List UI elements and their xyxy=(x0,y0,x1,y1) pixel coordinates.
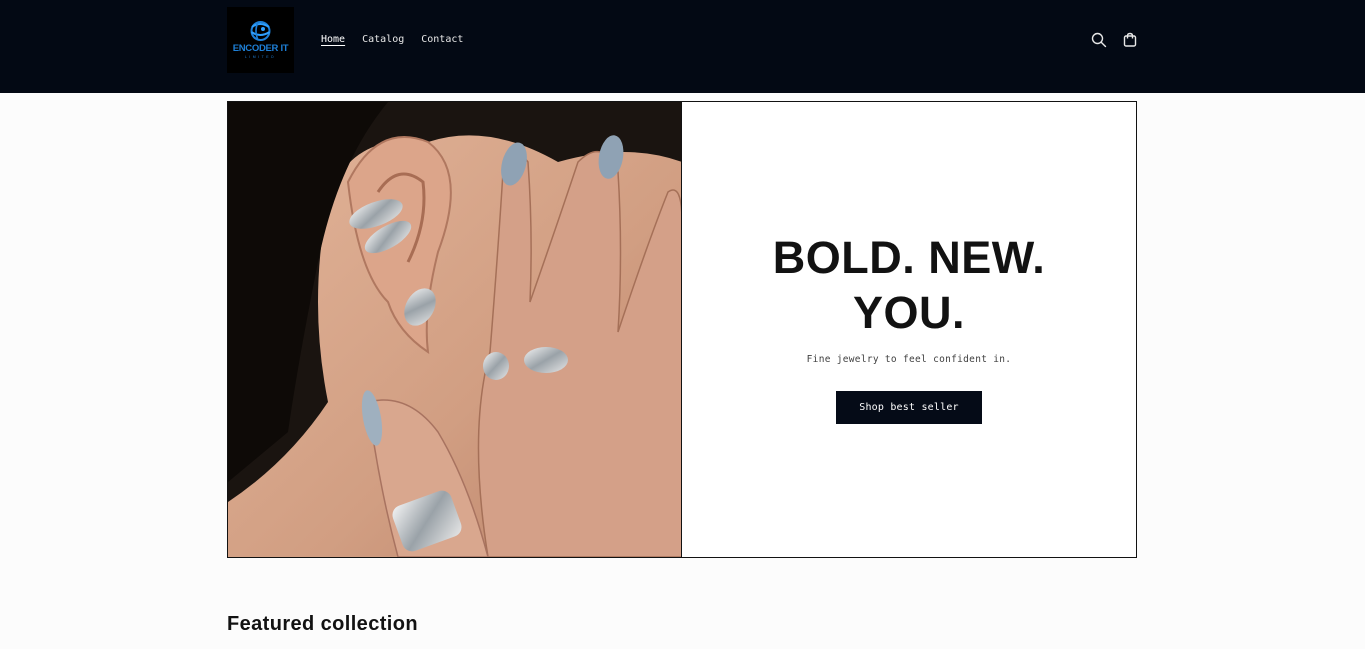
nav-home-link[interactable]: Home xyxy=(321,33,345,47)
cart-icon[interactable] xyxy=(1121,31,1139,49)
featured-collection-title: Featured collection xyxy=(227,613,418,635)
logo-text: ENCODER IT xyxy=(232,43,289,54)
logo-subtext: LIMITED xyxy=(244,55,277,59)
main-nav: Home Catalog Contact xyxy=(321,33,480,47)
hero-banner: BOLD. NEW. YOU. Fine jewelry to feel con… xyxy=(227,101,1137,558)
site-header: ENCODER IT LIMITED Home Catalog Contact xyxy=(0,0,1365,93)
brand-logo[interactable]: ENCODER IT LIMITED xyxy=(227,7,294,73)
shop-best-seller-button[interactable]: Shop best seller xyxy=(836,391,982,424)
jewelry-model-image xyxy=(228,102,682,557)
hero-heading-line2: YOU. xyxy=(852,287,966,338)
hero-subheading: Fine jewelry to feel confident in. xyxy=(806,354,1012,365)
hero-heading-line1: BOLD. NEW. xyxy=(772,232,1046,283)
globe-logo-icon xyxy=(250,21,271,41)
nav-contact-link[interactable]: Contact xyxy=(421,33,463,47)
search-icon[interactable] xyxy=(1090,31,1108,49)
hero-heading: BOLD. NEW. YOU. xyxy=(682,230,1136,340)
hero-photo xyxy=(228,102,681,557)
hero-content: BOLD. NEW. YOU. Fine jewelry to feel con… xyxy=(682,102,1136,557)
nav-catalog-link[interactable]: Catalog xyxy=(362,33,404,47)
